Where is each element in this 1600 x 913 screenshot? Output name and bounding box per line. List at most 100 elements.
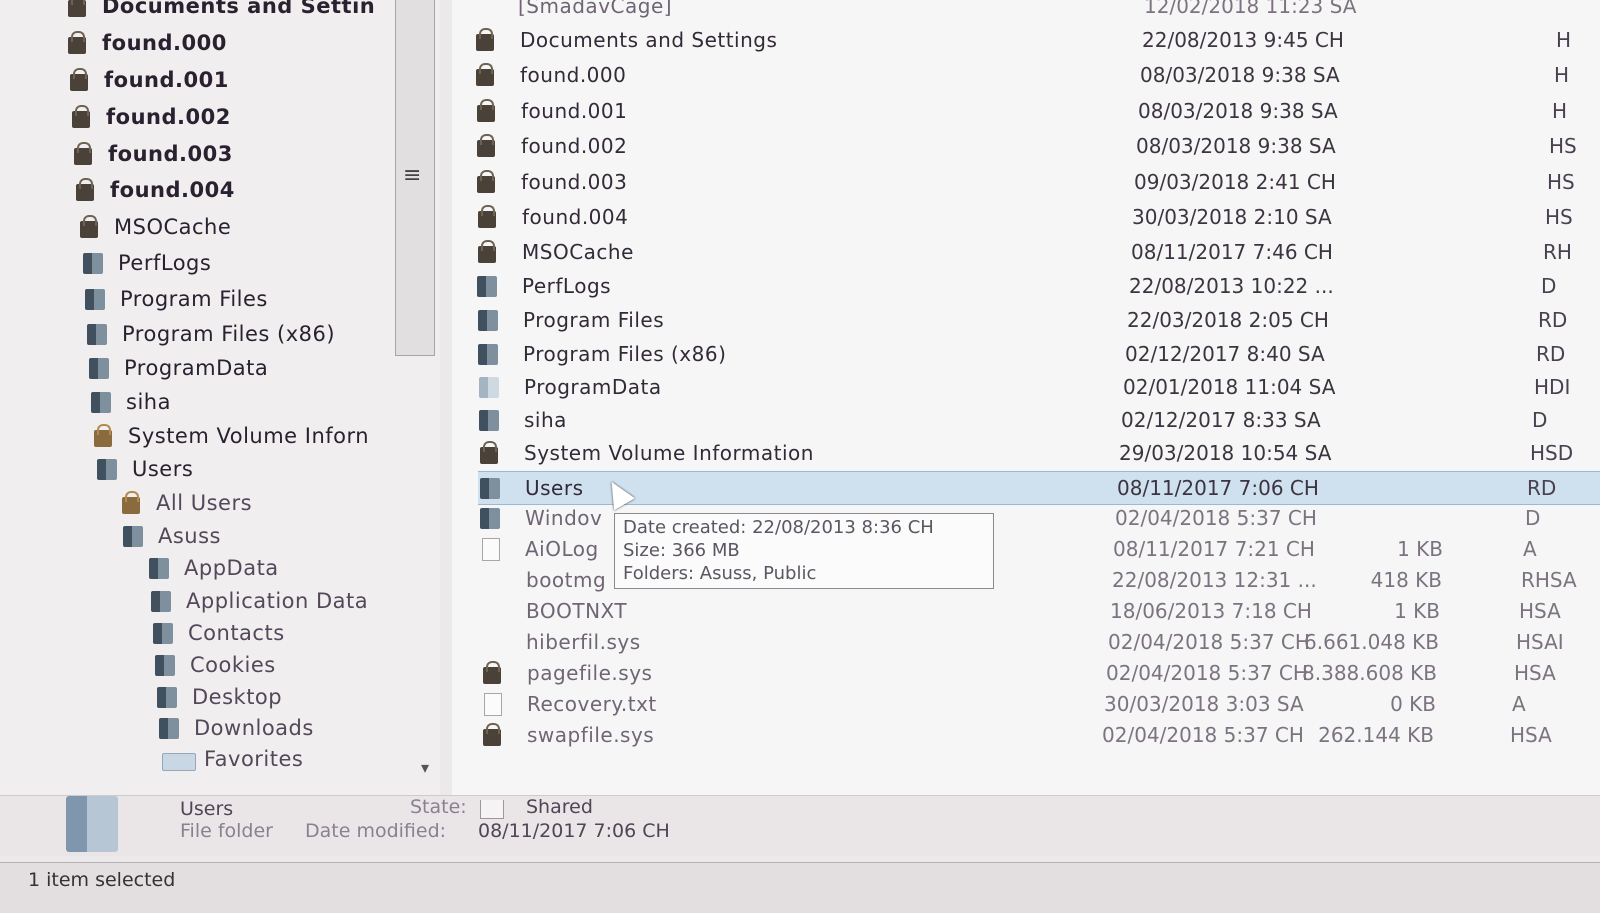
- file-row[interactable]: found.001 08/03/2018 9:38 SA H: [452, 95, 1600, 127]
- nav-tree-item[interactable]: found.002: [70, 101, 231, 133]
- folder-icon: [148, 556, 170, 580]
- document-icon: [479, 537, 501, 561]
- file-row[interactable]: found.003 09/03/2018 2:41 CH HS: [452, 166, 1600, 198]
- file-row[interactable]: Recovery.txt 30/03/2018 3:03 SA 0 KB A: [452, 688, 1600, 720]
- nav-tree-item[interactable]: found.003: [72, 138, 233, 170]
- nav-tree-item[interactable]: AppData: [148, 552, 279, 584]
- file-row[interactable]: siha 02/12/2017 8:33 SA D: [452, 404, 1600, 436]
- nav-tree-item[interactable]: Program Files: [84, 283, 268, 315]
- nav-tree-item[interactable]: found.001: [68, 64, 229, 96]
- nav-tree-item[interactable]: Documents and Settin: [66, 0, 375, 22]
- nav-tree-item-label: AppData: [184, 556, 279, 580]
- nav-tree-item[interactable]: Application Data: [150, 585, 368, 617]
- file-row[interactable]: pagefile.sys 02/04/2018 5:37 CH 8.388.608 …: [452, 657, 1600, 689]
- system-file-icon: [480, 568, 502, 592]
- file-date-modified: 22/08/2013 12:31 ...: [1112, 568, 1317, 592]
- locked-file-icon: [474, 63, 496, 87]
- folder-icon: [66, 796, 118, 852]
- file-attributes: RHSA: [1521, 568, 1577, 592]
- file-row[interactable]: hiberfil.sys 02/04/2018 5:37 CH 6.661.048 …: [452, 626, 1600, 658]
- file-size: 6.661.048 KB: [1304, 630, 1439, 654]
- file-attributes: HSA: [1510, 723, 1552, 747]
- nav-tree-item[interactable]: Favorites: [162, 743, 303, 775]
- file-date-modified: 18/06/2013 7:18 CH: [1110, 599, 1312, 623]
- nav-tree-item[interactable]: All Users: [120, 487, 252, 519]
- file-date-modified: 08/11/2017 7:06 CH: [1117, 476, 1319, 500]
- folder-icon: [82, 251, 104, 275]
- file-date: 12/02/2018 11:23 SA: [1144, 0, 1357, 18]
- file-row[interactable]: found.000 08/03/2018 9:38 SA H: [452, 59, 1600, 91]
- file-date-modified: 02/04/2018 5:37 CH: [1106, 661, 1308, 685]
- nav-tree-item[interactable]: Users: [96, 453, 193, 485]
- nav-tree-item-label: Documents and Settin: [102, 0, 376, 18]
- folder-icon: [88, 356, 110, 380]
- file-row[interactable]: swapfile.sys 02/04/2018 5:37 CH 262.144 KB…: [452, 719, 1600, 751]
- file-attributes: RH: [1543, 240, 1572, 264]
- list-item[interactable]: [SmadavCage] 12/02/2018 11:23 SA: [452, 0, 1600, 22]
- file-name: hiberfil.sys: [526, 630, 641, 654]
- file-row[interactable]: Program Files 22/03/2018 2:05 CH RD: [452, 304, 1600, 336]
- file-row[interactable]: MSOCache 08/11/2017 7:46 CH RH: [452, 236, 1600, 268]
- file-row[interactable]: found.002 08/03/2018 9:38 SA HS: [452, 130, 1600, 162]
- nav-tree-item[interactable]: Cookies: [154, 649, 276, 681]
- folder-icon: [122, 524, 144, 548]
- nav-tree-item[interactable]: Downloads: [158, 712, 314, 744]
- folder-icon: [476, 274, 498, 298]
- scroll-down-icon[interactable]: ▾: [421, 758, 429, 777]
- nav-tree-item[interactable]: Desktop: [156, 681, 282, 713]
- file-name: BOOTNXT: [526, 599, 628, 623]
- folder-icon: [477, 308, 499, 332]
- file-date-modified: 02/01/2018 11:04 SA: [1123, 375, 1336, 399]
- nav-tree-item[interactable]: MSOCache: [78, 211, 231, 243]
- file-row[interactable]: Documents and Settings 22/08/2013 9:45 CH…: [452, 24, 1600, 56]
- file-date-modified: 22/08/2013 10:22 ...: [1129, 274, 1334, 298]
- file-name: PerfLogs: [522, 274, 612, 298]
- details-item-name: Users: [180, 798, 234, 820]
- file-attributes: HSA: [1519, 599, 1561, 623]
- folder-icon: [478, 375, 500, 399]
- file-row[interactable]: ProgramData 02/01/2018 11:04 SA HDI: [452, 371, 1600, 403]
- file-row[interactable]: BOOTNXT 18/06/2013 7:18 CH 1 KB HSA: [452, 595, 1600, 627]
- locked-folder-icon: [68, 68, 90, 92]
- details-pane: Users File folder State: Shared Date mod…: [0, 795, 1600, 856]
- file-row[interactable]: System Volume Information 29/03/2018 10:5…: [452, 437, 1600, 469]
- nav-tree-item[interactable]: PerfLogs: [82, 247, 211, 279]
- nav-tree-item[interactable]: System Volume Inforn: [92, 420, 369, 452]
- selected-file-row[interactable]: Users 08/11/2017 7:06 CH RD: [478, 471, 1600, 505]
- locked-file-icon: [475, 170, 497, 194]
- file-row[interactable]: Program Files (x86) 02/12/2017 8:40 SA RD: [452, 338, 1600, 370]
- system-file-icon: [480, 599, 502, 623]
- nav-tree-item[interactable]: Asuss: [122, 520, 221, 552]
- locked-folder-icon: [120, 491, 142, 515]
- file-attributes: D: [1541, 274, 1557, 298]
- file-attributes: HS: [1547, 170, 1575, 194]
- file-attributes: HS: [1549, 134, 1577, 158]
- nav-tree-item[interactable]: found.000: [66, 27, 227, 59]
- file-name: System Volume Information: [524, 441, 814, 465]
- file-attributes: HSA: [1514, 661, 1556, 685]
- nav-tree-item-label: MSOCache: [114, 215, 232, 239]
- details-state-label: State:: [410, 796, 467, 818]
- locked-file-icon: [476, 205, 498, 229]
- scrollbar-grip-icon[interactable]: ≡: [403, 163, 421, 188]
- file-row[interactable]: PerfLogs 22/08/2013 10:22 ... D: [452, 270, 1600, 302]
- file-attributes: D: [1532, 408, 1548, 432]
- nav-tree-item[interactable]: Program Files (x86): [86, 318, 335, 350]
- nav-tree-item[interactable]: ProgramData: [88, 352, 268, 384]
- folder-tooltip: Date created: 22/08/2013 8:36 CH Size: 3…: [614, 513, 994, 589]
- nav-tree-item[interactable]: found.004: [74, 174, 235, 206]
- folder-icon: [90, 390, 112, 414]
- nav-tree-item-label: Users: [132, 457, 194, 481]
- file-name: pagefile.sys: [527, 661, 653, 685]
- file-name: swapfile.sys: [527, 723, 655, 747]
- file-name: Recovery.txt: [527, 692, 657, 716]
- file-name: ProgramData: [524, 375, 662, 399]
- navigation-pane[interactable]: Documents and Settin found.000 found.001 fo…: [0, 0, 440, 795]
- file-row[interactable]: found.004 30/03/2018 2:10 SA HS: [452, 201, 1600, 233]
- folder-icon: [152, 621, 174, 645]
- nav-tree-item[interactable]: siha: [90, 386, 171, 418]
- file-name: found.002: [521, 134, 628, 158]
- nav-tree-item-label: found.003: [108, 142, 233, 166]
- nav-tree-item[interactable]: Contacts: [152, 617, 285, 649]
- file-list[interactable]: [SmadavCage] 12/02/2018 11:23 SA Documen…: [452, 0, 1600, 795]
